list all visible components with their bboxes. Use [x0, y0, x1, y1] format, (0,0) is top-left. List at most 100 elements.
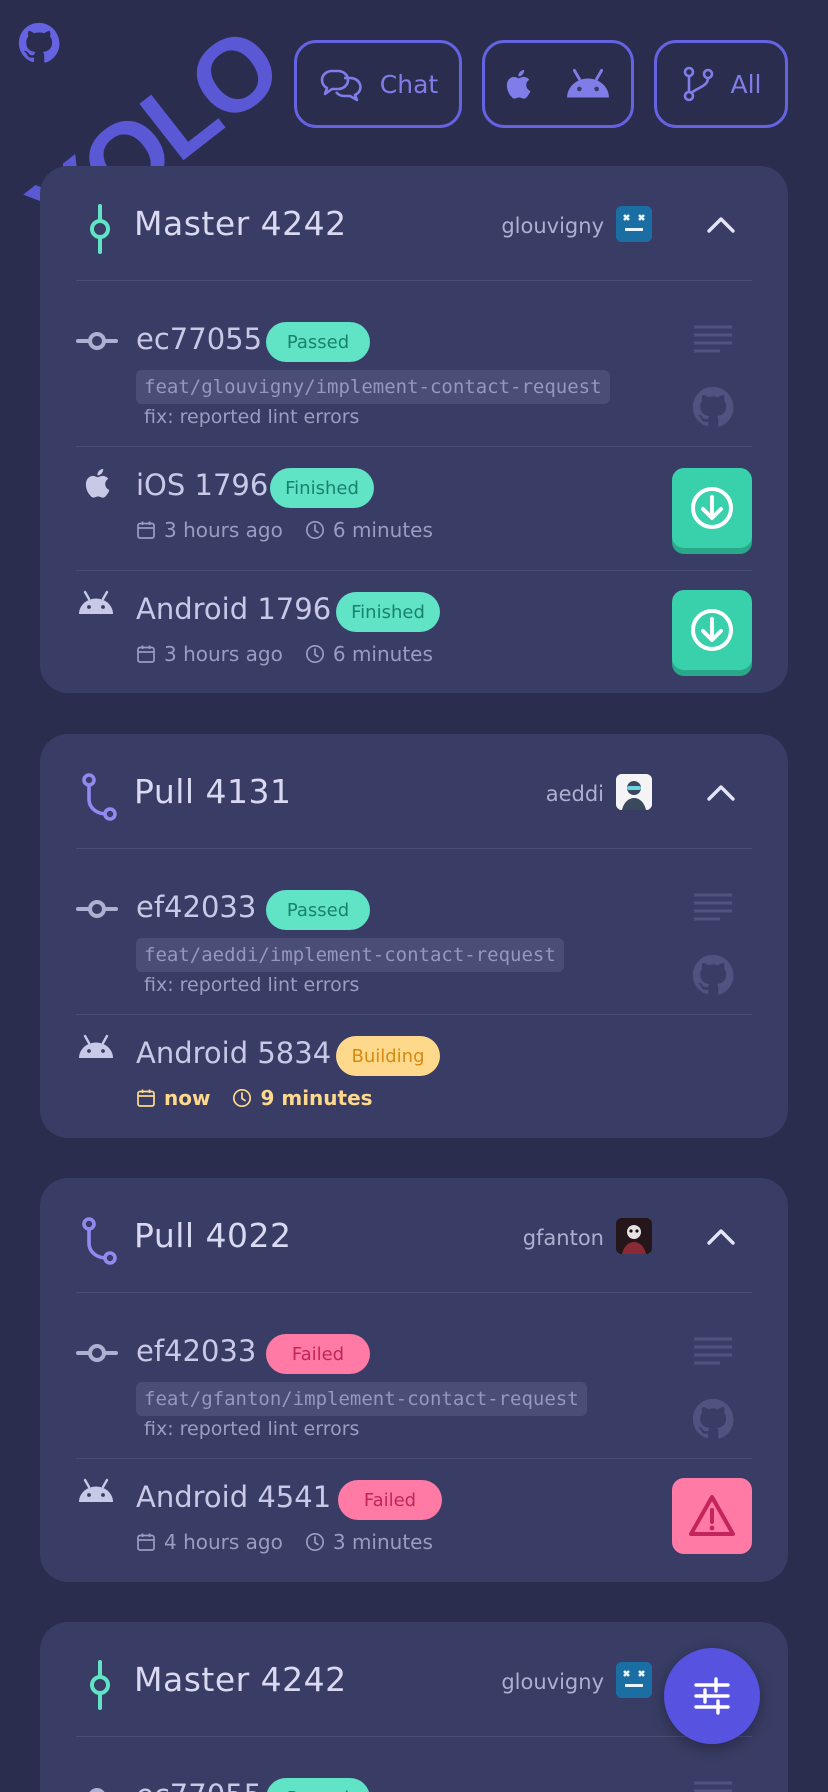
chat-label: Chat — [379, 69, 439, 99]
avatar — [616, 1218, 652, 1254]
build-title: Android 5834 — [136, 1036, 332, 1070]
build-row-android[interactable]: Android 5834 Building now 9 minutes — [40, 1014, 788, 1138]
commit-hash: ec77055 — [136, 1778, 262, 1792]
card-header: Pull 4131 aeddi — [40, 734, 788, 852]
chat-button[interactable]: Chat — [294, 40, 462, 128]
card-title: Master 4242 — [134, 1660, 347, 1699]
log-lines-icon[interactable] — [692, 324, 734, 354]
android-icon — [563, 68, 613, 100]
build-duration: 9 minutes — [260, 1086, 373, 1110]
log-lines-icon[interactable] — [692, 892, 734, 922]
download-icon — [688, 606, 736, 654]
commit-message: fix: reported lint errors — [144, 1418, 360, 1440]
commit-row[interactable]: ef42033 Failed feat/gfanton/implement-co… — [40, 1292, 788, 1458]
pull-request-icon — [80, 772, 120, 822]
branch-name: feat/gfanton/implement-contact-request — [136, 1382, 587, 1416]
log-lines-icon[interactable] — [692, 1780, 734, 1792]
build-error-button[interactable] — [672, 1478, 752, 1554]
branch-name: feat/aeddi/implement-contact-request — [136, 938, 564, 972]
build-meta: 3 hours ago 6 minutes — [136, 518, 433, 542]
warning-icon — [688, 1492, 736, 1540]
pull-request-icon — [80, 1216, 120, 1266]
commit-icon — [76, 320, 118, 362]
avatar — [616, 1662, 652, 1698]
build-card: Pull 4131 aeddi ef42033 Passed feat/aedd… — [40, 734, 788, 1138]
calendar-icon — [136, 1532, 156, 1552]
log-lines-icon[interactable] — [692, 1336, 734, 1366]
card-title: Pull 4131 — [134, 772, 292, 811]
github-icon[interactable] — [692, 954, 734, 996]
branch-filter-button[interactable]: All — [654, 40, 788, 128]
clock-icon — [232, 1088, 252, 1108]
card-author: glouvigny — [501, 1670, 604, 1694]
commit-hash: ef42033 — [136, 890, 257, 924]
github-icon[interactable] — [692, 1398, 734, 1440]
clock-icon — [305, 1532, 325, 1552]
commit-hash: ec77055 — [136, 322, 263, 356]
chevron-up-icon[interactable] — [704, 1220, 738, 1254]
build-row-android[interactable]: Android 1796 Finished 3 hours ago 6 minu… — [40, 570, 788, 694]
avatar — [616, 774, 652, 810]
build-title: Android 4541 — [136, 1480, 332, 1514]
filter-sliders-icon — [694, 1677, 730, 1715]
card-author: glouvigny — [501, 214, 604, 238]
status-badge: Passed — [266, 322, 370, 362]
build-time: 3 hours ago — [164, 642, 283, 666]
commit-hash: ef42033 — [136, 1334, 257, 1368]
status-badge: Finished — [336, 592, 440, 632]
branch-name: feat/glouvigny/implement-contact-request — [136, 370, 610, 404]
chevron-up-icon[interactable] — [704, 776, 738, 810]
card-title: Master 4242 — [134, 204, 347, 243]
commit-message: fix: reported lint errors — [144, 406, 360, 428]
download-button[interactable] — [672, 468, 752, 548]
card-title: Pull 4022 — [134, 1216, 292, 1255]
filter-fab[interactable] — [664, 1648, 760, 1744]
download-icon — [688, 484, 736, 532]
build-meta: now 9 minutes — [136, 1086, 373, 1110]
chat-icon — [320, 69, 362, 102]
apple-icon — [503, 67, 537, 101]
github-icon[interactable] — [692, 386, 734, 428]
build-row-android[interactable]: Android 4541 Failed 4 hours ago 3 minute… — [40, 1458, 788, 1582]
status-badge: Passed — [266, 890, 370, 930]
build-duration: 6 minutes — [332, 518, 433, 542]
build-title: Android 1796 — [136, 592, 332, 626]
build-duration: 3 minutes — [332, 1530, 433, 1554]
app-header: YOLO Chat All — [0, 0, 828, 270]
commit-row[interactable]: ec77055 Passed feat/glouvigny/implement-… — [40, 280, 788, 446]
clock-icon — [305, 644, 325, 664]
platform-filter-button[interactable] — [482, 40, 634, 128]
calendar-icon — [136, 1088, 156, 1108]
build-time: 3 hours ago — [164, 518, 283, 542]
status-badge: Failed — [338, 1480, 442, 1520]
github-logo-icon — [18, 22, 60, 64]
commit-row[interactable]: ec77055 Passed — [40, 1736, 788, 1792]
card-header: Master 4242 glouvigny — [40, 166, 788, 284]
download-button[interactable] — [672, 590, 752, 670]
branch-icon — [683, 66, 713, 102]
android-icon — [76, 590, 116, 616]
commit-message: fix: reported lint errors — [144, 974, 360, 996]
calendar-icon — [136, 644, 156, 664]
all-label: All — [730, 69, 762, 99]
master-branch-icon — [80, 204, 120, 254]
build-row-ios[interactable]: iOS 1796 Finished 3 hours ago 6 minutes — [40, 446, 788, 570]
status-badge: Finished — [270, 468, 374, 508]
build-meta: 4 hours ago 3 minutes — [136, 1530, 433, 1554]
build-time: now — [164, 1086, 211, 1110]
apple-icon — [82, 464, 116, 502]
build-duration: 6 minutes — [332, 642, 433, 666]
status-badge: Building — [336, 1036, 440, 1076]
master-branch-icon — [80, 1660, 120, 1710]
calendar-icon — [136, 520, 156, 540]
avatar — [616, 206, 652, 242]
build-card: Master 4242 glouvigny ec77055 Passed fea… — [40, 166, 788, 693]
build-card: Pull 4022 gfanton ef42033 Failed feat/gf… — [40, 1178, 788, 1582]
commit-icon — [76, 1776, 118, 1792]
status-badge: Failed — [266, 1334, 370, 1374]
commit-row[interactable]: ef42033 Passed feat/aeddi/implement-cont… — [40, 848, 788, 1014]
chevron-up-icon[interactable] — [704, 208, 738, 242]
yolo-logo: YOLO — [0, 0, 300, 270]
clock-icon — [305, 520, 325, 540]
android-icon — [76, 1034, 116, 1060]
